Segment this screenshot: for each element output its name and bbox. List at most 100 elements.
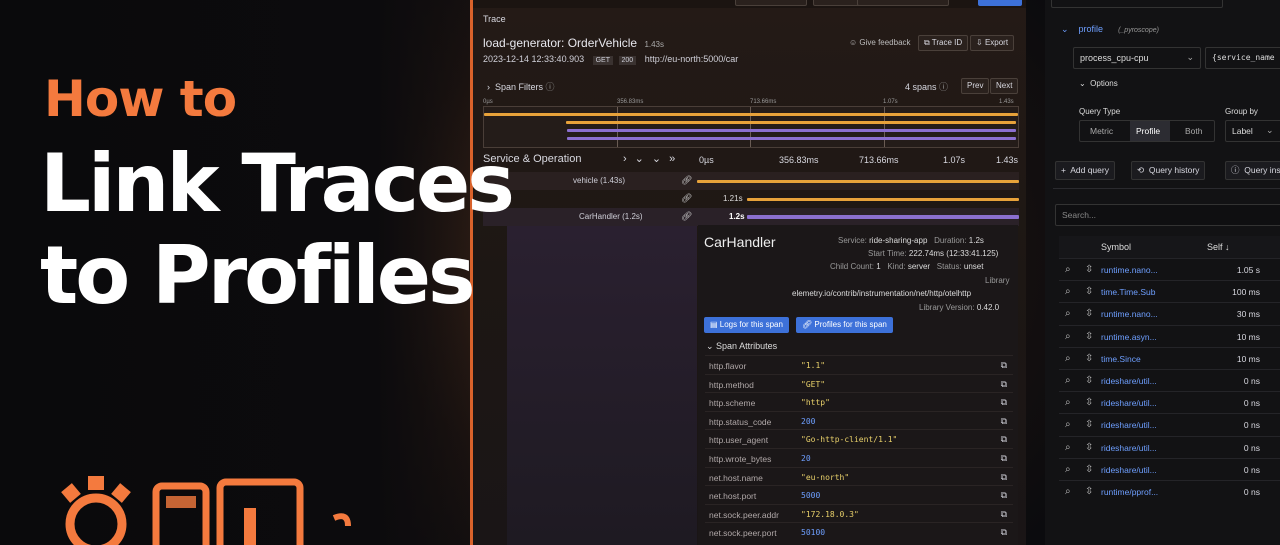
table-row[interactable]: ⌕ ⇳ rideshare/util... 0 ns (1059, 369, 1280, 392)
search-icon[interactable]: ⌕ (1065, 442, 1071, 453)
group-by-select[interactable]: Label ⌄ (1225, 120, 1280, 142)
table-row[interactable]: ⌕ ⇳ rideshare/util... 0 ns (1059, 413, 1280, 436)
kind-value: server (907, 262, 931, 271)
run-query-button[interactable] (978, 0, 1022, 6)
symbol-name[interactable]: time.Since (1101, 354, 1141, 364)
search-icon[interactable]: ⌕ (1065, 264, 1071, 275)
sandwich-icon[interactable]: ⇳ (1085, 375, 1093, 386)
sandwich-icon[interactable]: ⇳ (1085, 353, 1093, 364)
copy-icon[interactable]: ⧉ (1001, 472, 1007, 483)
query-type-both[interactable]: Both (1185, 126, 1203, 136)
symbol-name[interactable]: runtime.nano... (1101, 309, 1158, 319)
symbol-name[interactable]: runtime.nano... (1101, 265, 1158, 275)
toolbar-button[interactable] (857, 0, 949, 6)
sandwich-icon[interactable]: ⇳ (1085, 286, 1093, 297)
sandwich-icon[interactable]: ⇳ (1085, 264, 1093, 275)
query-type-profile[interactable]: Profile (1136, 126, 1160, 136)
query-history-label: Query history (1148, 165, 1200, 175)
symbol-name[interactable]: rideshare/util... (1101, 398, 1157, 408)
table-row[interactable]: ⌕ ⇳ runtime/pprof... 0 ns (1059, 480, 1280, 503)
query-inspector-button[interactable]: ⓘ Query ins (1225, 161, 1280, 180)
prev-button[interactable]: Prev (961, 78, 990, 94)
header-select[interactable] (1051, 0, 1223, 8)
profiles-for-span-button[interactable]: 🔗︎ Profiles for this span (796, 317, 893, 333)
sandwich-icon[interactable]: ⇳ (1085, 397, 1093, 408)
search-icon[interactable]: ⌕ (1065, 286, 1071, 297)
sandwich-icon[interactable]: ⇳ (1085, 464, 1093, 475)
copy-icon[interactable]: ⧉ (1001, 379, 1007, 390)
table-row[interactable]: ⌕ ⇳ rideshare/util... 0 ns (1059, 391, 1280, 414)
options-toggle[interactable]: ⌄ Options (1079, 79, 1118, 88)
symbol-name[interactable]: rideshare/util... (1101, 376, 1157, 386)
search-icon[interactable]: ⌕ (1065, 308, 1071, 319)
attribute-value: "172.18.0.3" (801, 509, 859, 519)
attribute-key: net.sock.peer.addr (709, 509, 779, 520)
table-row[interactable]: ⌕ ⇳ time.Since 10 ms (1059, 346, 1280, 370)
search-icon[interactable]: ⌕ (1065, 331, 1071, 342)
label-selector-input[interactable]: {service_name (1205, 47, 1280, 69)
next-button[interactable]: Next (990, 78, 1019, 94)
table-row[interactable]: ⌕ ⇳ rideshare/util... 0 ns (1059, 435, 1280, 459)
copy-icon[interactable]: ⧉ (1001, 397, 1007, 408)
symbol-name[interactable]: rideshare/util... (1101, 443, 1157, 453)
table-row[interactable]: ⌕ ⇳ runtime.nano... 1.05 s (1059, 258, 1280, 281)
add-query-button[interactable]: + Add query (1055, 161, 1115, 180)
link-icon[interactable]: 🔗︎ (681, 193, 692, 204)
trace-id-button[interactable]: ⧉ Trace ID (918, 35, 969, 51)
sandwich-icon[interactable]: ⇳ (1085, 331, 1093, 342)
span-attributes-toggle[interactable]: ⌄ Span Attributes (706, 341, 777, 352)
table-row[interactable]: ⌕ ⇳ runtime.nano... 30 ms (1059, 302, 1280, 325)
sandwich-icon[interactable]: ⇳ (1085, 486, 1093, 497)
search-icon[interactable]: ⌕ (1065, 397, 1071, 408)
copy-icon[interactable]: ⧉ (1001, 360, 1007, 371)
link-icon[interactable]: 🔗︎ (681, 211, 692, 222)
trace-name: load-generator: OrderVehicle 1.43s (483, 36, 664, 50)
span-filters-toggle[interactable]: › Span Filters ⓘ (487, 80, 555, 93)
give-feedback-link[interactable]: ☺ Give feedback (849, 38, 911, 47)
copy-icon[interactable]: ⧉ (1001, 434, 1007, 445)
table-row[interactable]: ⌕ ⇳ rideshare/util... 0 ns (1059, 457, 1280, 481)
search-icon[interactable]: ⌕ (1065, 419, 1071, 430)
query-row-header[interactable]: ⌄ profile (_pyroscope) (1061, 24, 1159, 35)
copy-icon[interactable]: ⧉ (1001, 453, 1007, 464)
expand-collapse-icons[interactable]: ›⌄⌄» (623, 152, 683, 165)
search-icon[interactable]: ⌕ (1065, 486, 1071, 497)
search-input[interactable]: Search... (1055, 204, 1280, 226)
copy-icon[interactable]: ⧉ (1001, 416, 1007, 427)
kind-label: Kind: (887, 262, 906, 271)
link-icon[interactable]: 🔗︎ (681, 175, 692, 186)
col-symbol[interactable]: Symbol (1101, 242, 1131, 252)
symbol-name[interactable]: rideshare/util... (1101, 465, 1157, 475)
copy-icon[interactable]: ⧉ (1001, 490, 1007, 501)
sandwich-icon[interactable]: ⇳ (1085, 442, 1093, 453)
query-history-button[interactable]: ⟲ Query history (1131, 161, 1206, 180)
attribute-key: http.user_agent (709, 435, 769, 446)
table-row[interactable]: ⌕ ⇳ time.Time.Sub 100 ms (1059, 280, 1280, 303)
add-query-label: Add query (1070, 165, 1109, 175)
sandwich-icon[interactable]: ⇳ (1085, 308, 1093, 319)
span-attribute-row: http.flavor "1.1" ⧉ (705, 355, 1013, 374)
mini-span-bar (567, 137, 1016, 140)
span-row-selected[interactable]: CarHandler (1.2s) 🔗︎ 1.2s (483, 208, 1019, 226)
export-button[interactable]: ⇩ Export (970, 35, 1015, 51)
col-self[interactable]: Self ↓ (1207, 242, 1230, 252)
symbol-name[interactable]: rideshare/util... (1101, 420, 1157, 430)
symbol-name[interactable]: runtime/pprof... (1101, 487, 1158, 497)
symbol-name[interactable]: time.Time.Sub (1101, 287, 1155, 297)
span-row[interactable]: 🔗︎ 1.21s (483, 190, 1019, 208)
sandwich-icon[interactable]: ⇳ (1085, 419, 1093, 430)
span-row[interactable]: vehicle (1.43s) 🔗︎ (483, 172, 1019, 190)
logs-for-span-button[interactable]: ▤ Logs for this span (704, 317, 789, 333)
search-icon[interactable]: ⌕ (1065, 464, 1071, 475)
profile-type-select[interactable]: process_cpu-cpu ⌄ (1073, 47, 1201, 69)
table-row[interactable]: ⌕ ⇳ runtime.asyn... 10 ms (1059, 324, 1280, 348)
search-icon[interactable]: ⌕ (1065, 375, 1071, 386)
symbol-name[interactable]: runtime.asyn... (1101, 332, 1157, 342)
toolbar-button[interactable] (735, 0, 807, 6)
query-type-metric[interactable]: Metric (1090, 126, 1113, 136)
trace-minimap[interactable] (483, 106, 1019, 148)
copy-icon[interactable]: ⧉ (1001, 527, 1007, 538)
copy-icon[interactable]: ⧉ (1001, 509, 1007, 520)
search-icon[interactable]: ⌕ (1065, 353, 1071, 364)
logs-button-label: Logs for this span (719, 320, 783, 329)
